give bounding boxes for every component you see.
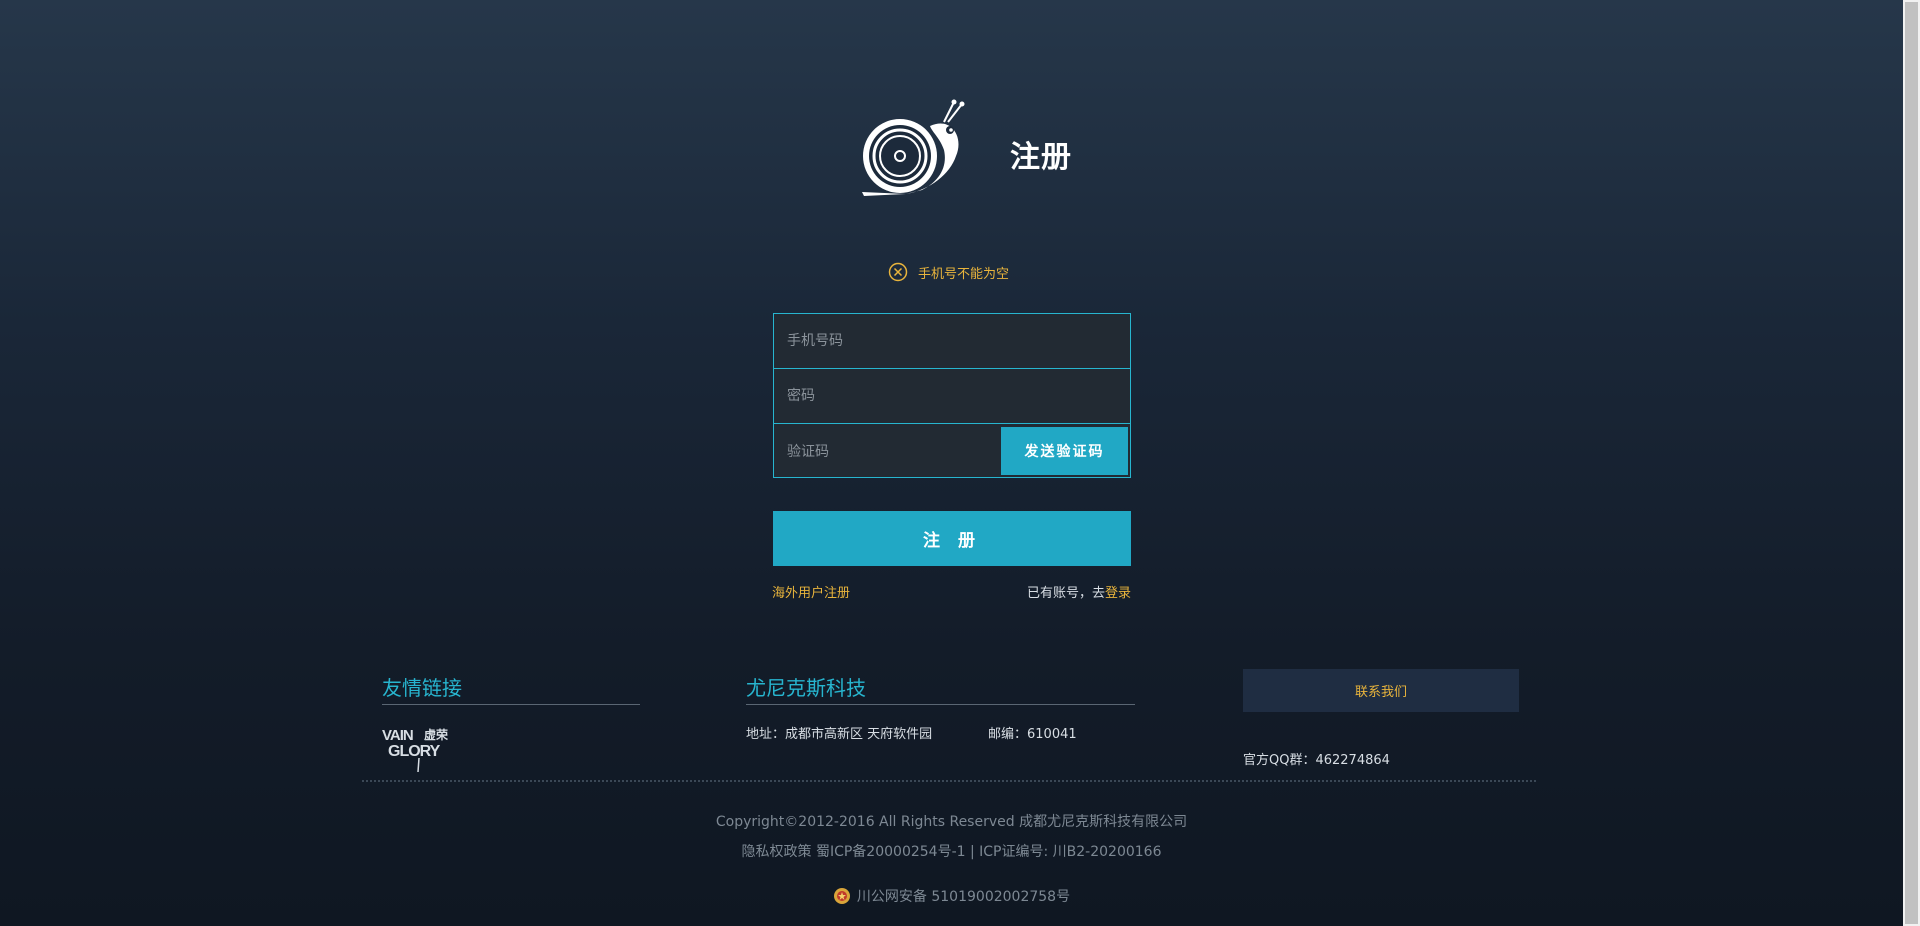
- friend-links-title: 友情链接: [382, 676, 462, 700]
- verification-code-input[interactable]: [774, 424, 1004, 479]
- company-title: 尤尼克斯科技: [746, 676, 866, 700]
- contact-us-button[interactable]: 联系我们: [1243, 669, 1519, 712]
- police-record[interactable]: 川公网安备 51019002002758号: [0, 886, 1903, 906]
- divider: [746, 704, 1135, 705]
- footer-divider: [362, 780, 1536, 782]
- overseas-register-link[interactable]: 海外用户注册: [772, 582, 850, 601]
- divider: [382, 704, 640, 705]
- police-badge-icon: [833, 887, 851, 905]
- have-account-text: 已有账号，去登录: [1027, 582, 1131, 601]
- copyright-text: Copyright©2012-2016 All Rights Reserved …: [715, 814, 1188, 830]
- register-form: 发送验证码: [773, 313, 1131, 479]
- qq-group: 官方QQ群：462274864: [1243, 753, 1390, 768]
- have-account-label: 已有账号，去: [1026, 586, 1105, 601]
- snail-logo-icon: [860, 98, 970, 198]
- company-address: 地址：成都市高新区 天府软件园: [746, 727, 933, 742]
- icp-text[interactable]: 隐私权政策 蜀ICP备20000254号-1 | ICP证编号: 川B2-202…: [0, 841, 1903, 861]
- code-field-wrapper: [774, 424, 1004, 479]
- page: 注册 手机号不能为空 发送验证码 注 册 海外用户注册 已有账号，去登录 友情链…: [0, 0, 1903, 926]
- login-link[interactable]: 登录: [1105, 586, 1131, 601]
- vainglory-logo-word-1: VAIN: [382, 727, 413, 744]
- phone-input[interactable]: [774, 314, 1130, 368]
- scrollbar[interactable]: [1903, 0, 1920, 926]
- send-code-button[interactable]: 发送验证码: [1001, 427, 1128, 475]
- phone-field-wrapper: [774, 314, 1130, 369]
- vainglory-logo-word-3: 虚荣: [424, 727, 449, 742]
- company-postcode: 邮编：610041: [988, 727, 1077, 742]
- scrollbar-thumb[interactable]: [1905, 2, 1918, 924]
- vainglory-logo[interactable]: VAIN 虚荣 GLORY: [382, 724, 460, 774]
- page-title: 注册: [1010, 140, 1072, 175]
- error-message: 手机号不能为空: [888, 262, 1009, 282]
- password-field-wrapper: [774, 369, 1130, 424]
- register-button[interactable]: 注 册: [773, 511, 1131, 566]
- password-input[interactable]: [774, 369, 1130, 423]
- vainglory-logo-word-2: GLORY: [388, 743, 441, 760]
- error-text: 手机号不能为空: [918, 266, 1010, 282]
- police-record-text: 川公网安备 51019002002758号: [856, 889, 1071, 905]
- close-circle-icon: [888, 262, 908, 282]
